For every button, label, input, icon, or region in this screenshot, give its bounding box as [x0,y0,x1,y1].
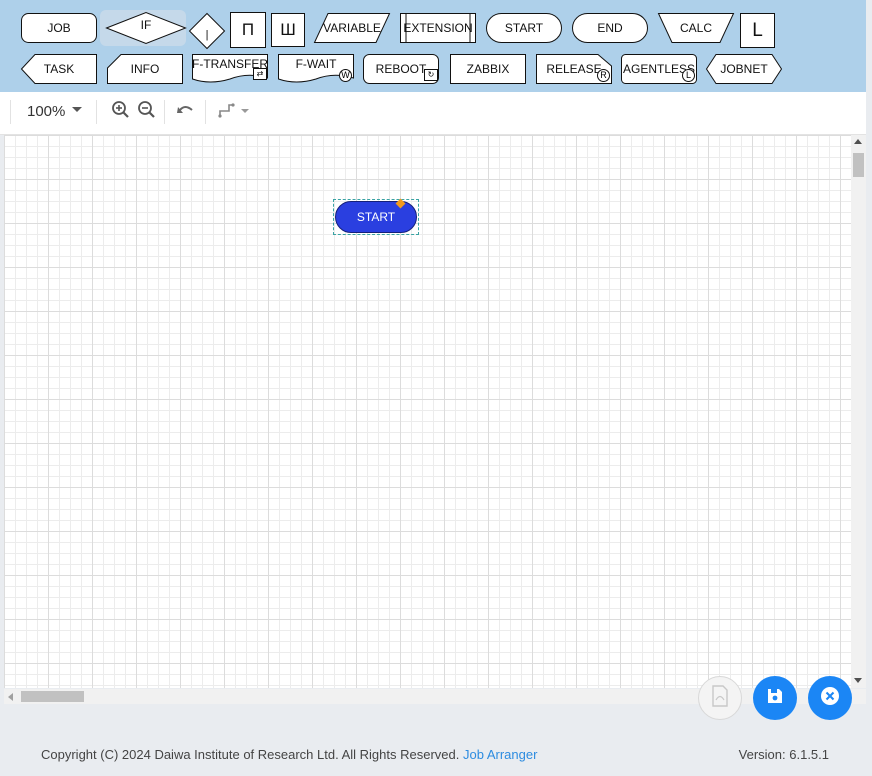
connector-style-icon[interactable] [217,100,251,120]
palette-job[interactable]: JOB [21,13,97,43]
palette-extension-label: EXTENSION [403,21,473,35]
vertical-scroll-thumb[interactable] [853,153,864,177]
palette-parallel-end-label: Ш [280,20,296,39]
palette-task-label: TASK [43,62,75,76]
scroll-left-icon[interactable] [8,693,13,701]
palette-loop[interactable]: L [740,13,775,48]
scroll-down-icon[interactable] [854,678,862,683]
product-link[interactable]: Job Arranger [463,747,537,762]
icon-palette: JOB IF | П Ш VARIABLE EXTENSION START EN… [0,0,866,92]
palette-merge-label: | [205,29,209,41]
vertical-scrollbar[interactable] [851,135,866,688]
chevron-down-icon [72,107,82,112]
zoom-value: 100% [27,103,66,120]
save-icon [766,687,784,710]
palette-f-wait[interactable]: F-WAIT W [278,54,354,84]
palette-parallel-start[interactable]: П [230,12,266,48]
palette-release[interactable]: RELEASE R [536,54,612,84]
toolbar-divider [164,100,165,124]
canvas-grid [4,135,851,688]
palette-loop-label: L [752,19,763,41]
toolbar-divider [205,100,206,124]
toolbar-divider [96,100,97,124]
palette-calc[interactable]: CALC [657,13,735,43]
palette-reboot[interactable]: REBOOT ↻ [363,54,439,84]
palette-info[interactable]: INFO [107,54,183,84]
copyright-label: Copyright (C) 2024 Daiwa Institute of Re… [41,747,460,762]
palette-start[interactable]: START [486,13,562,43]
horizontal-scroll-thumb[interactable] [21,691,84,702]
palette-info-label: INFO [130,62,160,76]
palette-jobnet[interactable]: JOBNET [705,54,783,84]
palette-if[interactable]: IF [105,11,187,45]
agentless-icon: L [682,69,695,82]
zoom-out-icon[interactable] [137,100,157,120]
pdf-icon [711,684,729,712]
palette-variable[interactable]: VARIABLE [313,13,391,43]
start-node[interactable]: START [335,201,417,233]
close-button[interactable] [808,676,852,720]
undo-icon[interactable] [176,100,196,120]
version-text: Version: 6.1.5.1 [738,747,829,762]
save-button[interactable] [753,676,797,720]
palette-jobnet-label: JOBNET [720,62,768,76]
palette-start-label: START [504,21,544,35]
palette-job-label: JOB [47,21,71,35]
palette-zabbix[interactable]: ZABBIX [450,54,526,84]
copyright-text: Copyright (C) 2024 Daiwa Institute of Re… [41,747,537,762]
palette-extension[interactable]: EXTENSION [400,13,476,43]
palette-parallel-start-label: П [241,20,255,39]
editor-toolbar: 100% [0,92,866,135]
window-edge [866,0,872,776]
palette-agentless[interactable]: AGENTLESS L [621,54,697,84]
close-icon [820,686,840,711]
palette-end-label: END [597,21,623,35]
toolbar-divider [10,100,11,124]
palette-task[interactable]: TASK [20,54,97,84]
wait-icon: W [339,69,352,82]
page-footer: Copyright (C) 2024 Daiwa Institute of Re… [0,734,872,776]
palette-merge[interactable]: | [188,12,226,50]
scroll-up-icon[interactable] [854,139,862,144]
palette-f-transfer[interactable]: F-TRANSFER ⇄ [192,54,268,84]
release-icon: R [597,69,610,82]
start-node-label: START [356,210,396,224]
reboot-icon: ↻ [424,69,438,81]
flow-canvas[interactable]: START [4,135,851,688]
palette-zabbix-label: ZABBIX [466,62,510,76]
palette-if-label: IF [140,18,152,32]
transfer-icon: ⇄ [253,68,267,80]
palette-end[interactable]: END [572,13,648,43]
zoom-select[interactable]: 100% [14,92,90,134]
zoom-in-icon[interactable] [111,100,131,120]
palette-parallel-end[interactable]: Ш [271,13,305,47]
palette-calc-label: CALC [679,21,712,35]
export-pdf-button[interactable] [698,676,742,720]
palette-variable-label: VARIABLE [323,21,381,35]
